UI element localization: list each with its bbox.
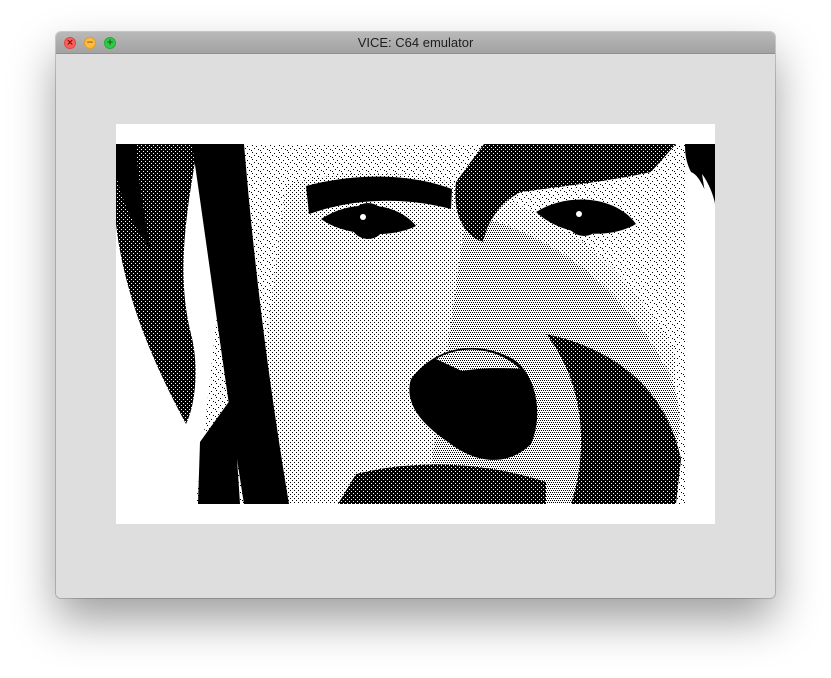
window-content	[56, 54, 775, 598]
window-title: VICE: C64 emulator	[357, 35, 474, 50]
title-bar[interactable]: × − + VICE: C64 emulator	[56, 32, 775, 54]
c64-screen-border	[116, 124, 715, 524]
emulator-window: × − + VICE: C64 emulator	[56, 32, 775, 598]
c64-screen-image	[116, 144, 715, 504]
